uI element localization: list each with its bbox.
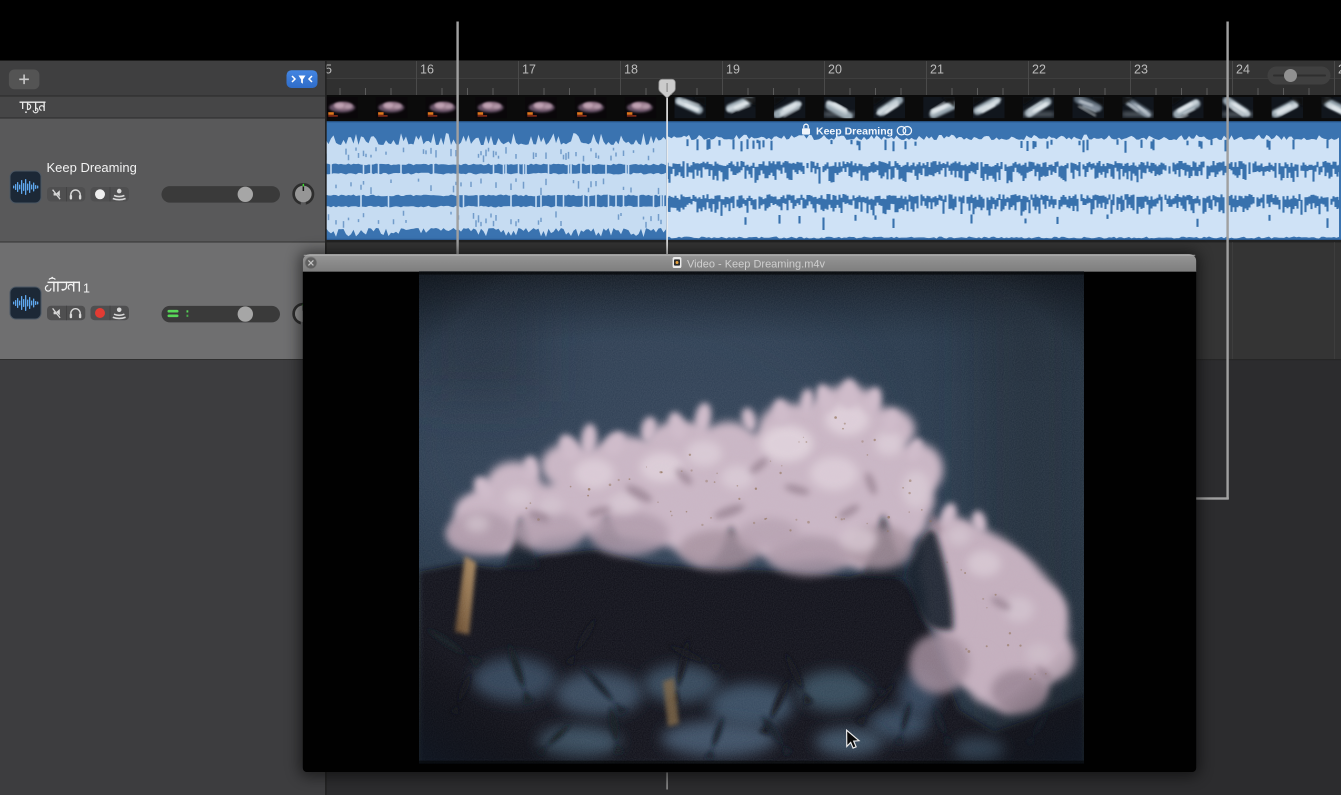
svg-text:17: 17 xyxy=(522,63,536,77)
svg-text:20: 20 xyxy=(828,63,842,77)
svg-text:Keep Dreaming: Keep Dreaming xyxy=(47,160,137,175)
svg-text:1: 1 xyxy=(83,281,90,295)
svg-text:21: 21 xyxy=(930,63,944,77)
svg-text:22: 22 xyxy=(1032,63,1046,77)
svg-text:Video - Keep Dreaming.m4v: Video - Keep Dreaming.m4v xyxy=(687,258,825,270)
svg-text:Keep Dreaming: Keep Dreaming xyxy=(816,125,893,137)
svg-text:24: 24 xyxy=(1236,63,1250,77)
svg-text:18: 18 xyxy=(624,63,638,77)
svg-text:19: 19 xyxy=(726,63,740,77)
svg-text:16: 16 xyxy=(420,63,434,77)
svg-text:23: 23 xyxy=(1134,63,1148,77)
